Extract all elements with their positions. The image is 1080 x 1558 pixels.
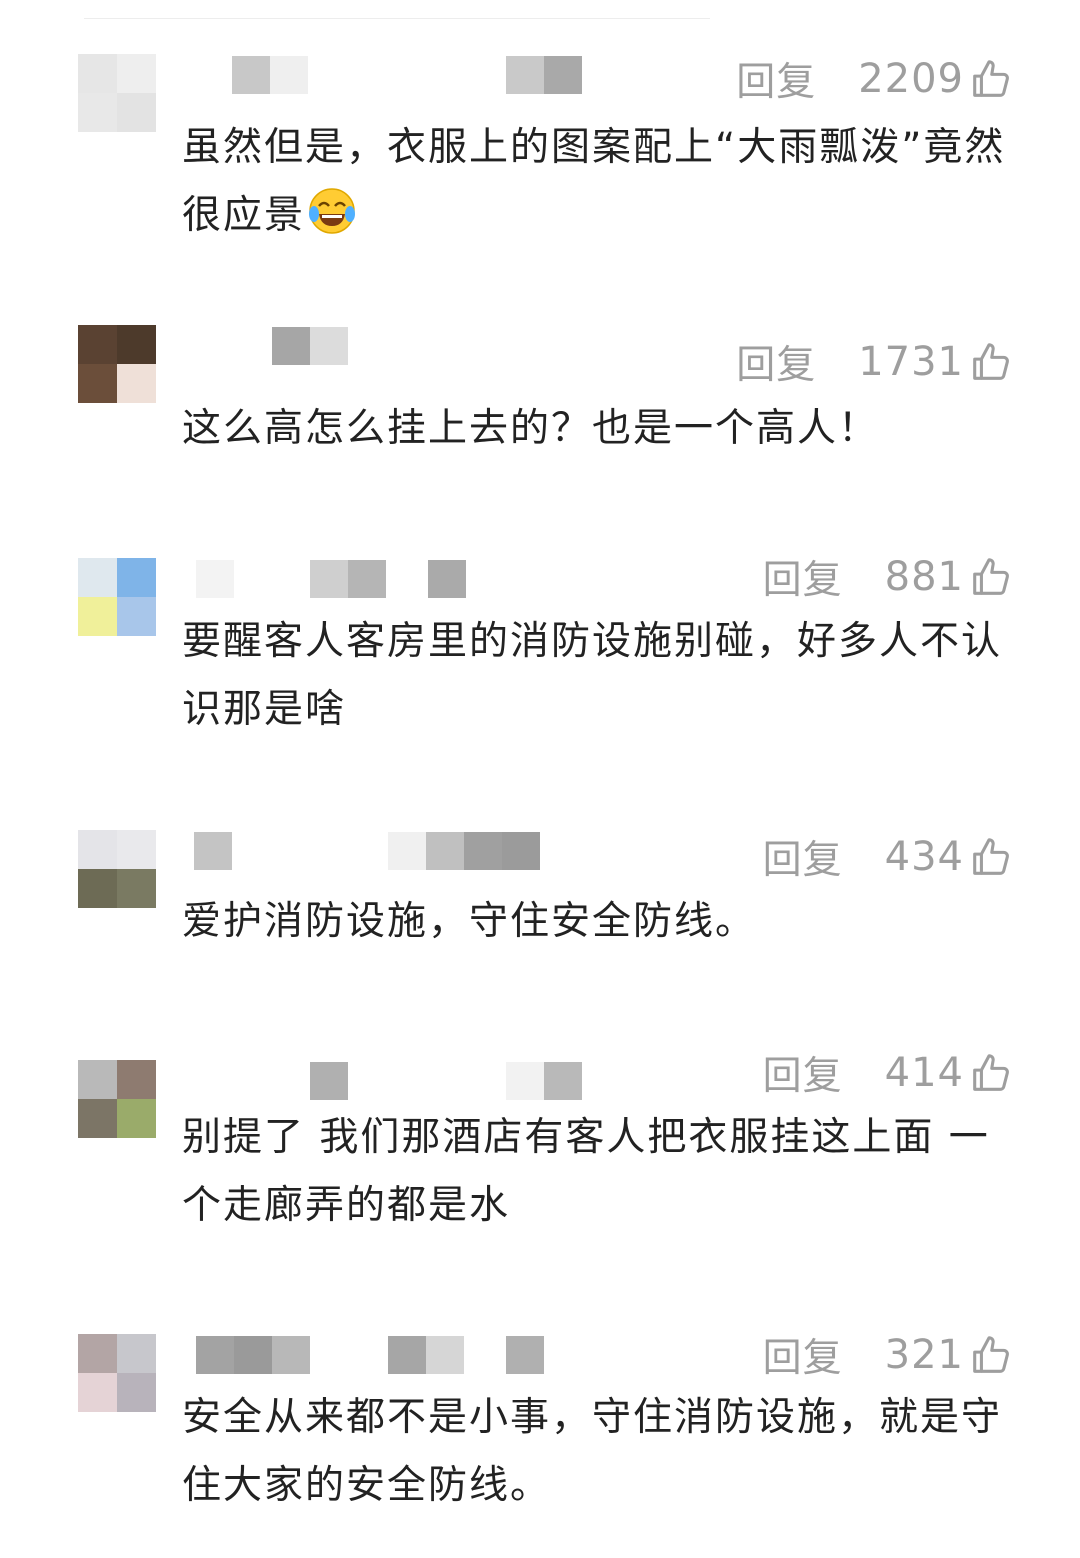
avatar-pixel xyxy=(117,597,156,636)
reply-button[interactable]: 回复 xyxy=(763,1045,843,1101)
reply-button[interactable]: 回复 xyxy=(763,549,843,605)
username-redacted xyxy=(428,560,466,598)
avatar-pixel xyxy=(78,54,117,93)
avatar[interactable] xyxy=(78,325,156,403)
username-redacted[interactable] xyxy=(272,327,348,365)
comment-text: 别提了 我们那酒店有客人把衣服挂这上面 一个走廊弄的都是水 xyxy=(182,1115,990,1228)
comment-text: 要醒客人客房里的消防设施别碰，好多人不认识那是啥 xyxy=(182,619,1003,732)
top-divider xyxy=(84,18,710,19)
avatar-pixel xyxy=(78,364,117,403)
username-redacted xyxy=(506,1336,544,1374)
username-redacted xyxy=(310,560,386,598)
avatar-pixel xyxy=(117,93,156,132)
avatar-pixel xyxy=(117,364,156,403)
avatar-pixel xyxy=(117,325,156,364)
username-redacted[interactable] xyxy=(310,1062,348,1100)
avatar-pixel xyxy=(78,597,117,636)
like-count: 881 xyxy=(884,554,964,600)
laughing-tears-emoji-icon xyxy=(309,188,356,234)
thumbs-up-icon[interactable] xyxy=(968,554,1014,600)
avatar-pixel xyxy=(78,558,117,597)
avatar-pixel xyxy=(117,1060,156,1099)
like-count: 321 xyxy=(884,1332,964,1378)
avatar[interactable] xyxy=(78,1334,156,1412)
username-redacted[interactable] xyxy=(196,1336,310,1374)
thumbs-up-icon[interactable] xyxy=(968,339,1014,385)
avatar[interactable] xyxy=(78,54,156,132)
comment-text: 这么高怎么挂上去的？也是一个高人！ xyxy=(182,406,880,451)
avatar-pixel xyxy=(78,1099,117,1138)
avatar-pixel xyxy=(78,325,117,364)
like-count: 434 xyxy=(884,834,964,880)
avatar-pixel xyxy=(78,1373,117,1412)
username-redacted[interactable] xyxy=(232,56,308,94)
avatar[interactable] xyxy=(78,558,156,636)
thumbs-up-icon[interactable] xyxy=(968,834,1014,880)
thumbs-up-icon[interactable] xyxy=(968,1332,1014,1378)
thumbs-up-icon[interactable] xyxy=(968,1050,1014,1096)
avatar-pixel xyxy=(117,869,156,908)
comment-text: 虽然但是，衣服上的图案配上“大雨瓢泼”竟然很应景 xyxy=(182,125,1006,238)
reply-button[interactable]: 回复 xyxy=(736,334,816,390)
avatar-pixel xyxy=(117,1373,156,1412)
username-redacted[interactable] xyxy=(194,832,232,870)
thumbs-up-icon[interactable] xyxy=(968,56,1014,102)
avatar-pixel xyxy=(78,1334,117,1373)
username-redacted xyxy=(506,1062,582,1100)
comment-text: 安全从来都不是小事，守住消防设施，就是守住大家的安全防线。 xyxy=(182,1395,1003,1508)
avatar-pixel xyxy=(78,830,117,869)
avatar-pixel xyxy=(78,93,117,132)
avatar-pixel xyxy=(117,1099,156,1138)
avatar[interactable] xyxy=(78,1060,156,1138)
like-count: 1731 xyxy=(858,339,964,385)
comment-text: 爱护消防设施，守住安全防线。 xyxy=(182,899,757,944)
username-redacted xyxy=(388,1336,464,1374)
avatar-pixel xyxy=(117,1334,156,1373)
like-count: 414 xyxy=(884,1050,964,1096)
avatar-pixel xyxy=(78,1060,117,1099)
reply-button[interactable]: 回复 xyxy=(736,51,816,107)
like-count: 2209 xyxy=(858,56,964,102)
avatar-pixel xyxy=(117,558,156,597)
username-redacted xyxy=(388,832,540,870)
avatar[interactable] xyxy=(78,830,156,908)
reply-button[interactable]: 回复 xyxy=(763,829,843,885)
avatar-pixel xyxy=(117,54,156,93)
username-redacted xyxy=(506,56,582,94)
avatar-pixel xyxy=(78,869,117,908)
username-redacted[interactable] xyxy=(196,560,234,598)
avatar-pixel xyxy=(117,830,156,869)
reply-button[interactable]: 回复 xyxy=(763,1327,843,1383)
